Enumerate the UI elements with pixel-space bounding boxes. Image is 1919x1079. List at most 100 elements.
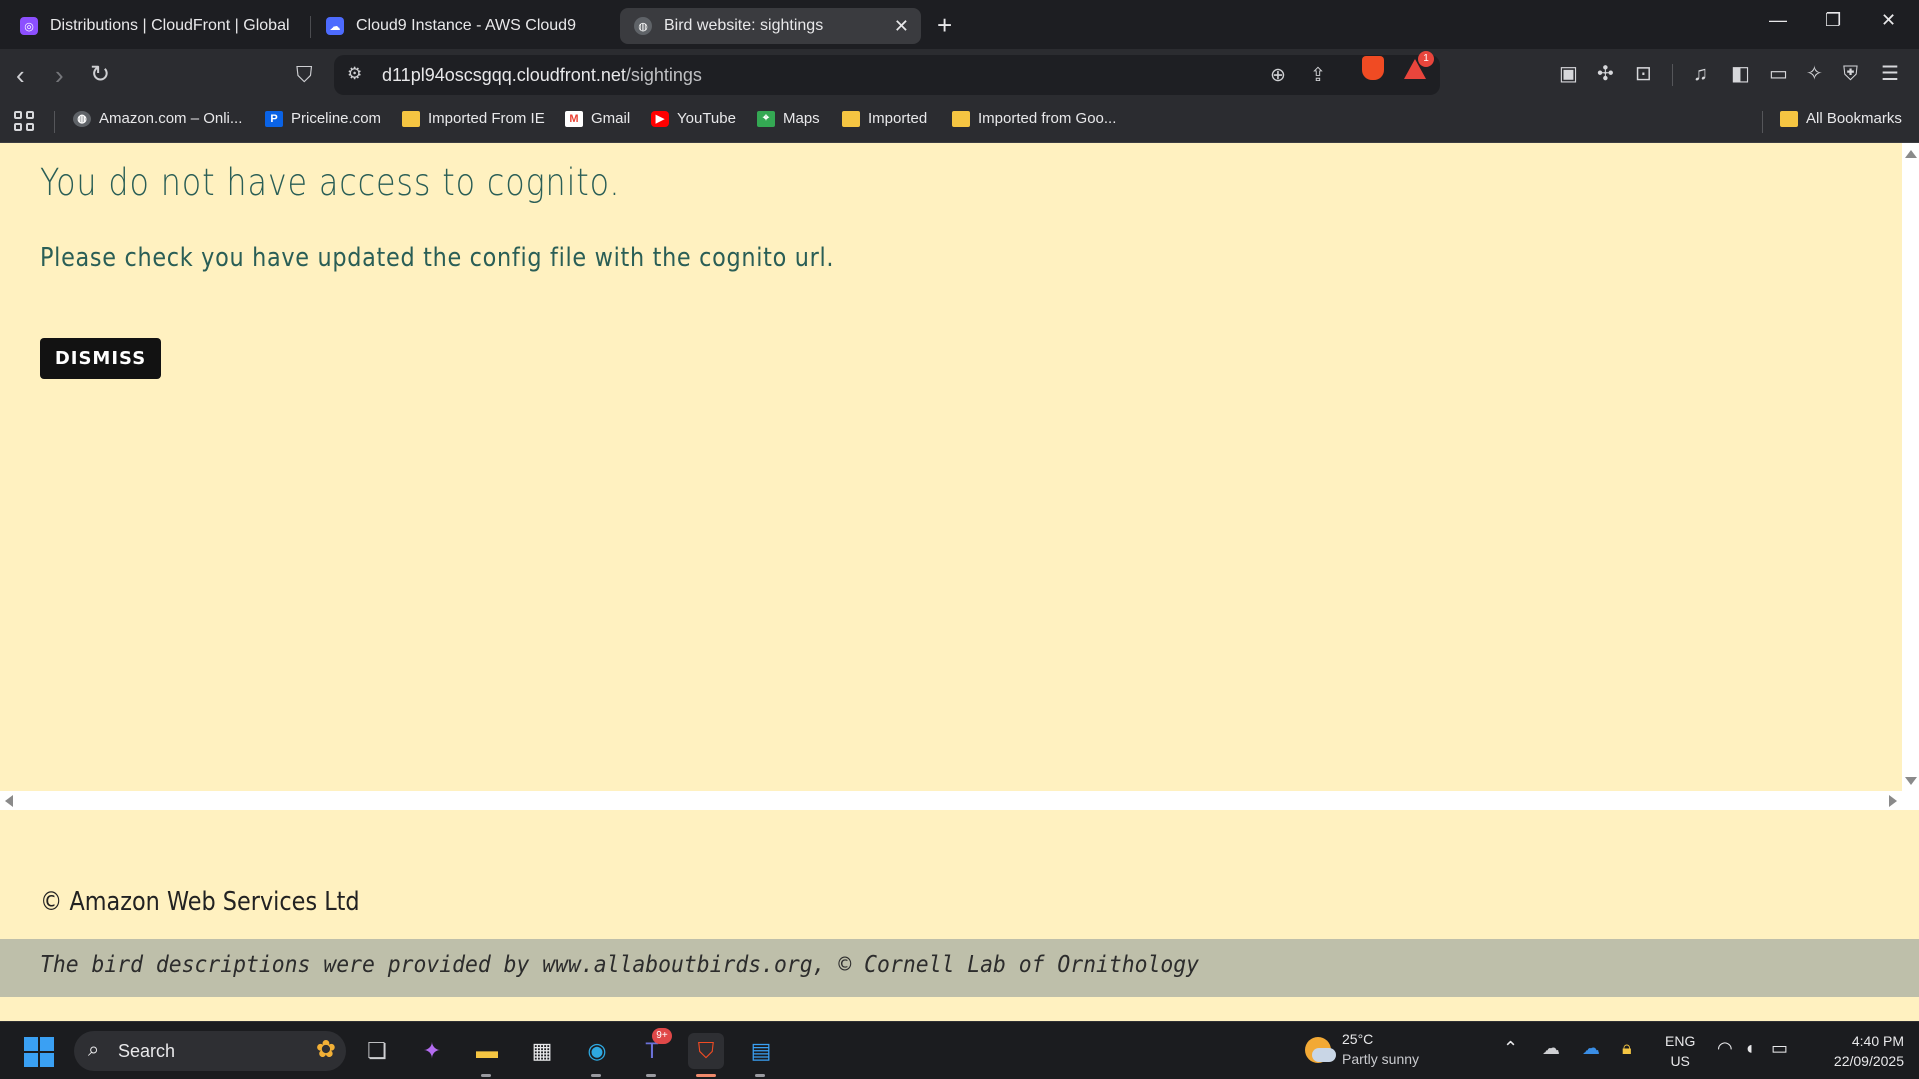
vpn-shield-icon[interactable]: ⛨ xyxy=(1843,63,1858,85)
gmail-icon: M xyxy=(565,110,583,127)
scroll-right-arrow-icon[interactable] xyxy=(1889,795,1897,807)
minimize-window-icon[interactable]: — xyxy=(1769,10,1787,31)
dismiss-button[interactable]: DISMISS xyxy=(40,338,161,379)
scroll-up-arrow-icon[interactable] xyxy=(1905,150,1917,158)
bookmark-divider xyxy=(54,111,55,133)
bird-credits-text: The bird descriptions were provided by w… xyxy=(40,952,1200,978)
all-bookmarks-folder[interactable]: All Bookmarks xyxy=(1780,110,1902,127)
battery-icon[interactable]: ▭ xyxy=(1771,1038,1788,1059)
search-highlight-icon: ✿ xyxy=(315,1036,336,1063)
bookmark-priceline[interactable]: P Priceline.com xyxy=(265,110,381,127)
onedrive-warning-icon[interactable]: ☁ xyxy=(1542,1038,1560,1059)
tab-cloudfront[interactable]: ◎ Distributions | CloudFront | Global xyxy=(6,8,306,44)
show-hidden-icons-chevron-icon[interactable]: ⌃ xyxy=(1503,1038,1518,1059)
bookmarks-bar: ◍ Amazon.com – Onli... P Priceline.com I… xyxy=(0,101,1919,143)
tab-title: Bird website: sightings xyxy=(664,17,824,34)
wifi-icon[interactable]: ◠ xyxy=(1717,1038,1733,1059)
brave-browser-icon[interactable]: ⛉ xyxy=(688,1033,724,1069)
error-frame: You do not have access to cognito. Pleas… xyxy=(0,143,1902,791)
running-indicator xyxy=(755,1074,765,1077)
windows-start-icon[interactable] xyxy=(24,1037,54,1067)
weather-cloud-icon xyxy=(1312,1048,1336,1062)
sidebar-toggle-icon[interactable]: ◧ xyxy=(1731,63,1750,85)
security-lock-icon[interactable]: 🔒︎ xyxy=(1622,1038,1632,1059)
bookmark-youtube[interactable]: ▶ YouTube xyxy=(651,110,736,127)
browser-toolbar: ‹ › ↻ ⛉ ⚙ d11pl94oscsgqq.cloudfront.net/… xyxy=(0,49,1919,101)
bookmark-page-icon[interactable]: ⛉ xyxy=(296,62,313,88)
bookmark-amazon[interactable]: ◍ Amazon.com – Onli... xyxy=(73,110,242,127)
bookmark-folder-imported-from-google[interactable]: Imported from Goo... xyxy=(952,110,1116,127)
site-settings-icon[interactable]: ⚙ xyxy=(347,64,362,84)
taskbar-search[interactable]: ⌕ Search ✿ xyxy=(74,1031,346,1071)
file-explorer-icon[interactable]: ▬ xyxy=(469,1033,505,1069)
back-button[interactable]: ‹ xyxy=(16,62,25,88)
rewards-badge: 1 xyxy=(1418,51,1434,67)
bookmark-divider xyxy=(1762,111,1763,133)
apps-grid-icon[interactable] xyxy=(14,111,34,131)
bookmark-maps[interactable]: ⌖ Maps xyxy=(757,110,820,127)
microsoft-store-icon[interactable]: ▦ xyxy=(524,1033,560,1069)
volume-icon[interactable]: ◖ xyxy=(1744,1038,1755,1059)
weather-description[interactable]: Partly sunny xyxy=(1342,1051,1419,1067)
share-icon[interactable]: ⇪ xyxy=(1310,64,1326,87)
task-view-icon[interactable]: ❏ xyxy=(359,1033,395,1069)
scroll-left-arrow-icon[interactable] xyxy=(5,795,13,807)
page-viewport: You do not have access to cognito. Pleas… xyxy=(0,143,1919,1021)
folder-icon xyxy=(842,110,860,127)
tab-title: Distributions | CloudFront | Global xyxy=(50,17,290,34)
tab-title: Cloud9 Instance - AWS Cloud9 xyxy=(356,17,576,34)
close-window-icon[interactable]: ✕ xyxy=(1881,10,1896,31)
scroll-down-arrow-icon[interactable] xyxy=(1905,777,1917,785)
close-tab-icon[interactable]: ✕ xyxy=(894,16,909,37)
bookmark-folder-imported[interactable]: Imported xyxy=(842,110,927,127)
vertical-scrollbar[interactable] xyxy=(1902,143,1919,791)
active-indicator xyxy=(696,1074,716,1077)
forward-button[interactable]: › xyxy=(55,62,64,88)
priceline-icon: P xyxy=(265,110,283,127)
restore-window-icon[interactable]: ❐ xyxy=(1825,10,1841,31)
error-message: Please check you have updated the config… xyxy=(40,243,835,273)
weather-temperature[interactable]: 25°C xyxy=(1342,1031,1373,1047)
windows-taskbar: ⌕ Search ✿ ❏ ✦ ▬ ▦ ◉ T 9+ ⛉ ▤ 25°C Partl… xyxy=(0,1021,1919,1079)
credits-bar: The bird descriptions were provided by w… xyxy=(0,939,1919,997)
folder-icon xyxy=(952,110,970,127)
running-indicator xyxy=(481,1074,491,1077)
address-bar[interactable]: ⚙ d11pl94oscsgqq.cloudfront.net/sighting… xyxy=(334,55,1440,95)
extension-avatar-icon[interactable]: ▣ xyxy=(1559,63,1578,85)
running-indicator xyxy=(591,1074,601,1077)
leo-ai-icon[interactable]: ✧ xyxy=(1806,63,1823,85)
teams-notification-badge: 9+ xyxy=(652,1028,672,1044)
media-music-icon[interactable]: ♫ xyxy=(1693,63,1708,85)
footer-copyright: © Amazon Web Services Ltd xyxy=(40,887,360,917)
notepad-icon[interactable]: ▤ xyxy=(743,1033,779,1069)
tab-bird-website[interactable]: ◍ Bird website: sightings ✕ xyxy=(620,8,921,44)
error-title: You do not have access to cognito. xyxy=(40,161,621,204)
toolbar-divider xyxy=(1672,64,1673,86)
main-menu-icon[interactable]: ☰ xyxy=(1881,63,1899,85)
onedrive-icon[interactable]: ☁ xyxy=(1582,1038,1600,1059)
copilot-icon[interactable]: ✦ xyxy=(414,1033,450,1069)
tab-search-icon[interactable]: ⊡ xyxy=(1635,63,1652,85)
language-indicator[interactable]: ENG US xyxy=(1665,1031,1695,1071)
cloud9-favicon-icon: ☁ xyxy=(326,17,344,35)
cloudfront-favicon-icon: ◎ xyxy=(20,17,38,35)
horizontal-scrollbar[interactable] xyxy=(0,791,1919,810)
bookmark-folder-imported-from-ie[interactable]: Imported From IE xyxy=(402,110,545,127)
edge-browser-icon[interactable]: ◉ xyxy=(579,1033,615,1069)
bookmark-gmail[interactable]: M Gmail xyxy=(565,110,630,127)
globe-icon: ◍ xyxy=(73,110,91,127)
youtube-icon: ▶ xyxy=(651,110,669,127)
tab-cloud9[interactable]: ☁ Cloud9 Instance - AWS Cloud9 xyxy=(312,8,612,44)
url-text[interactable]: d11pl94oscsgqq.cloudfront.net/sightings xyxy=(382,65,702,86)
new-tab-button[interactable]: + xyxy=(937,12,952,38)
extensions-puzzle-icon[interactable]: ✣ xyxy=(1597,63,1614,85)
browser-tab-strip: ◎ Distributions | CloudFront | Global ☁ … xyxy=(0,0,1919,49)
tab-divider xyxy=(310,16,311,38)
brave-shields-icon[interactable] xyxy=(1362,56,1384,80)
folder-icon xyxy=(402,110,420,127)
folder-icon xyxy=(1780,110,1798,127)
system-clock[interactable]: 4:40 PM 22/09/2025 xyxy=(1816,1031,1904,1071)
zoom-icon[interactable]: ⊕ xyxy=(1270,64,1286,87)
wallet-icon[interactable]: ▭ xyxy=(1769,63,1788,85)
reload-button[interactable]: ↻ xyxy=(90,62,110,88)
